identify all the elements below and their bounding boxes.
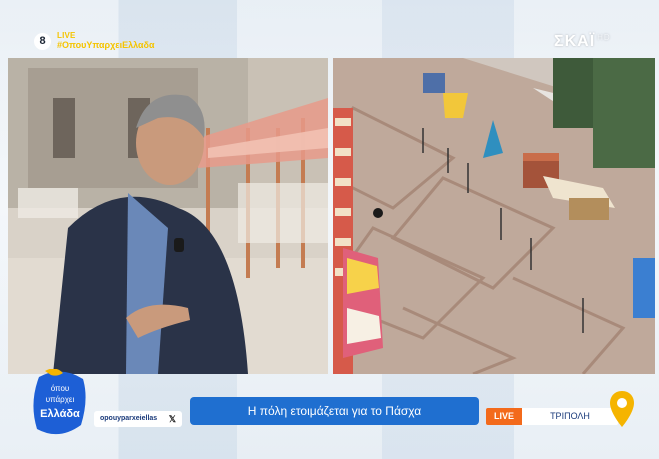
map-pin-icon [608, 389, 636, 429]
social-handle-text: opouyparxeiellas [100, 415, 158, 422]
location-label: ΤΡΙΠΟΛΗ [522, 408, 618, 425]
channel-number-badge: 8 [34, 33, 51, 50]
brand-line-2: υπάρχει [46, 395, 75, 404]
channel-logo: ΣΚΑΪ HD [554, 33, 611, 51]
headline-banner: Η πόλη ετοιμάζεται για το Πάσχα [190, 397, 479, 425]
show-hashtag: #ΟπουΥπαρχειΕλλαδα [57, 40, 155, 50]
brand-line-3: Ελλάδα [40, 408, 80, 420]
show-logo-icon: όπου υπάρχει Ελλάδα [33, 368, 86, 435]
aerial-scene [333, 58, 655, 374]
brand-line-1: όπου [51, 384, 70, 393]
hd-label: HD [597, 33, 611, 42]
top-bar: 8 LIVE #ΟπουΥπαρχειΕλλαδα ΣΚΑΪ HD [0, 0, 659, 56]
social-handle-pill: opouyparxeiellas 𝕏 [94, 411, 182, 427]
reporter-video-feed [8, 58, 328, 374]
headline-text: Η πόλη ετοιμάζεται για το Πάσχα [247, 404, 422, 418]
x-icon: 𝕏 [168, 414, 176, 424]
aerial-video-feed [333, 58, 655, 374]
top-live-label: LIVE [57, 31, 76, 40]
show-brand-badge: όπου υπάρχει Ελλάδα [31, 368, 89, 439]
live-badge: LIVE [486, 408, 522, 425]
channel-logo-text: ΣΚΑΪ [554, 33, 596, 50]
reporter-scene [8, 58, 328, 374]
